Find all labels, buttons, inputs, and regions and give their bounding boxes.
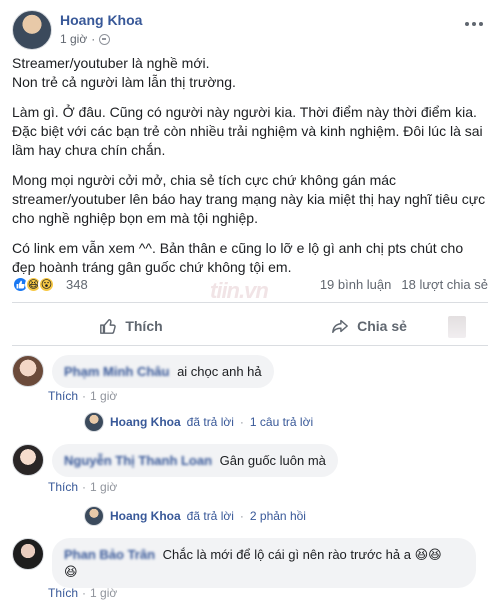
author-name[interactable]: Hoang Khoa bbox=[60, 12, 142, 28]
divider bbox=[12, 345, 488, 346]
comment-bubble: Phan Bảo Trân Chắc là mới để lộ cái gì n… bbox=[52, 538, 476, 588]
commenter-name[interactable]: Nguyễn Thị Thanh Loan bbox=[64, 453, 212, 468]
post-meta: 1 giờ · bbox=[60, 32, 111, 46]
dot-icon bbox=[479, 22, 483, 26]
commenter-name[interactable]: Phạm Minh Châu bbox=[64, 364, 169, 379]
comment-like-link[interactable]: Thích bbox=[48, 389, 78, 403]
post-paragraph: Làm gì. Ở đâu. Cũng có người này người k… bbox=[12, 104, 483, 158]
comment-count[interactable]: 19 bình luận bbox=[320, 277, 392, 292]
thumbs-up-icon bbox=[100, 318, 117, 334]
viewer-avatar[interactable] bbox=[448, 316, 466, 338]
reply-action: đã trả lời bbox=[186, 509, 234, 523]
globe-icon bbox=[99, 33, 111, 45]
reply-count: 1 câu trả lời bbox=[249, 415, 314, 429]
comment-time[interactable]: 1 giờ bbox=[90, 480, 117, 494]
reply-author: Hoang Khoa bbox=[110, 509, 181, 523]
comment-time[interactable]: 1 giờ bbox=[90, 586, 117, 600]
comment-bubble: Nguyễn Thị Thanh Loan Gân guốc luôn mà bbox=[52, 444, 338, 477]
reply-avatar bbox=[84, 412, 104, 432]
post-body: Streamer/youtuber là nghề mới. Non trẻ c… bbox=[12, 54, 490, 288]
post-header: Hoang Khoa 1 giờ · bbox=[12, 10, 488, 50]
reply-author: Hoang Khoa bbox=[110, 415, 181, 429]
dot-icon bbox=[472, 22, 476, 26]
watermark: tiin.vn bbox=[210, 278, 269, 303]
share-count[interactable]: 18 lượt chia sẻ bbox=[401, 277, 488, 292]
comment-text: Chắc là mới để lộ cái gì nên rào trước h… bbox=[162, 547, 411, 562]
dot-icon bbox=[465, 22, 469, 26]
commenter-avatar[interactable] bbox=[12, 444, 44, 476]
comment-time[interactable]: 1 giờ bbox=[90, 389, 117, 403]
commenter-name[interactable]: Phan Bảo Trân bbox=[64, 547, 155, 562]
comment-text: ai chọc anh hả bbox=[177, 364, 262, 379]
reply-count: 2 phản hồi bbox=[249, 509, 306, 523]
share-icon bbox=[332, 319, 349, 334]
like-label: Thích bbox=[125, 318, 163, 334]
reaction-icons[interactable]: 😆 😮 bbox=[12, 276, 55, 293]
post-paragraph: Streamer/youtuber là nghề mới. Non trẻ c… bbox=[12, 55, 236, 90]
reply-avatar bbox=[84, 506, 104, 526]
divider bbox=[12, 302, 488, 303]
comment-like-link[interactable]: Thích bbox=[48, 586, 78, 600]
laughing-emoji-icon: 😆 bbox=[64, 564, 78, 579]
comment-actions: Thích · 1 giờ bbox=[48, 480, 118, 494]
engagement-counts: 19 bình luận 18 lượt chia sẻ bbox=[320, 277, 488, 292]
more-options-button[interactable] bbox=[460, 14, 488, 34]
comment-bubble: Phạm Minh Châu ai chọc anh hả bbox=[52, 355, 274, 388]
laughing-emoji-icon: 😆😆 bbox=[414, 547, 442, 562]
reaction-count[interactable]: 348 bbox=[66, 277, 88, 292]
reply-summary[interactable]: Hoang Khoa đã trả lời · 2 phản hồi bbox=[84, 506, 306, 526]
comment-like-link[interactable]: Thích bbox=[48, 480, 78, 494]
post-paragraph: Có link em vẫn xem ^^. Bản thân e cũng l… bbox=[12, 240, 464, 275]
commenter-avatar[interactable] bbox=[12, 538, 44, 570]
comment-text: Gân guốc luôn mà bbox=[219, 453, 326, 468]
comment-actions: Thích · 1 giờ bbox=[48, 389, 118, 403]
reply-summary[interactable]: Hoang Khoa đã trả lời · 1 câu trả lời bbox=[84, 412, 313, 432]
commenter-avatar[interactable] bbox=[12, 355, 44, 387]
comment-actions: Thích · 1 giờ bbox=[48, 586, 118, 600]
post-paragraph: Mong mọi người cởi mở, chia sẻ tích cực … bbox=[12, 172, 486, 226]
author-avatar[interactable] bbox=[12, 10, 52, 50]
wow-icon: 😮 bbox=[38, 276, 55, 293]
like-button[interactable]: Thích bbox=[12, 317, 250, 335]
share-label: Chia sẻ bbox=[357, 318, 407, 334]
action-bar: Thích Chia sẻ bbox=[12, 307, 488, 345]
reply-action: đã trả lời bbox=[186, 415, 234, 429]
post-time[interactable]: 1 giờ bbox=[60, 32, 87, 46]
